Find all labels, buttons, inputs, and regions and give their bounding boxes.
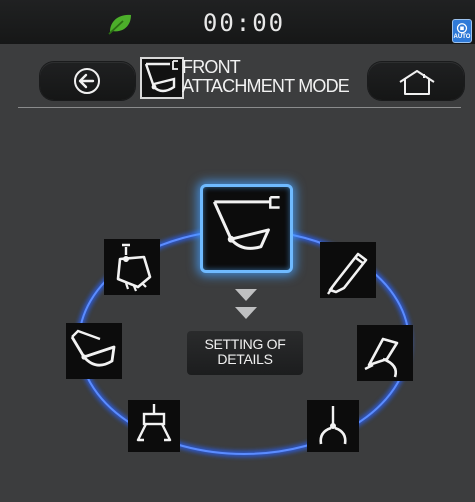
attachment-crusher-tile[interactable] [104,239,160,295]
bucket-icon [70,329,116,367]
down-arrows-icon [235,289,257,319]
attachment-bucket-tile[interactable] [66,323,122,379]
attachment-fork-clamp-tile[interactable] [128,400,180,452]
attachment-breaker-tile[interactable] [320,242,376,298]
fork-clamp-icon [136,404,172,442]
bucket-hook-icon [212,196,280,250]
crusher-icon [116,243,152,292]
screen: 00:00 AUTO FRONT ATTACHMENT MODE SETTING… [0,0,475,502]
details-label-line-2: DETAILS [217,351,273,367]
attachment-clamshell-tile[interactable] [307,400,359,452]
setting-of-details-button[interactable]: SETTING OF DETAILS [187,331,303,375]
attachment-bucket-hook-tile[interactable] [200,184,293,273]
clamshell-icon [319,406,347,445]
details-label-line-1: SETTING OF [204,336,286,352]
grapple-icon [364,337,399,378]
attachment-grapple-tile[interactable] [357,325,413,381]
breaker-icon [327,252,368,295]
